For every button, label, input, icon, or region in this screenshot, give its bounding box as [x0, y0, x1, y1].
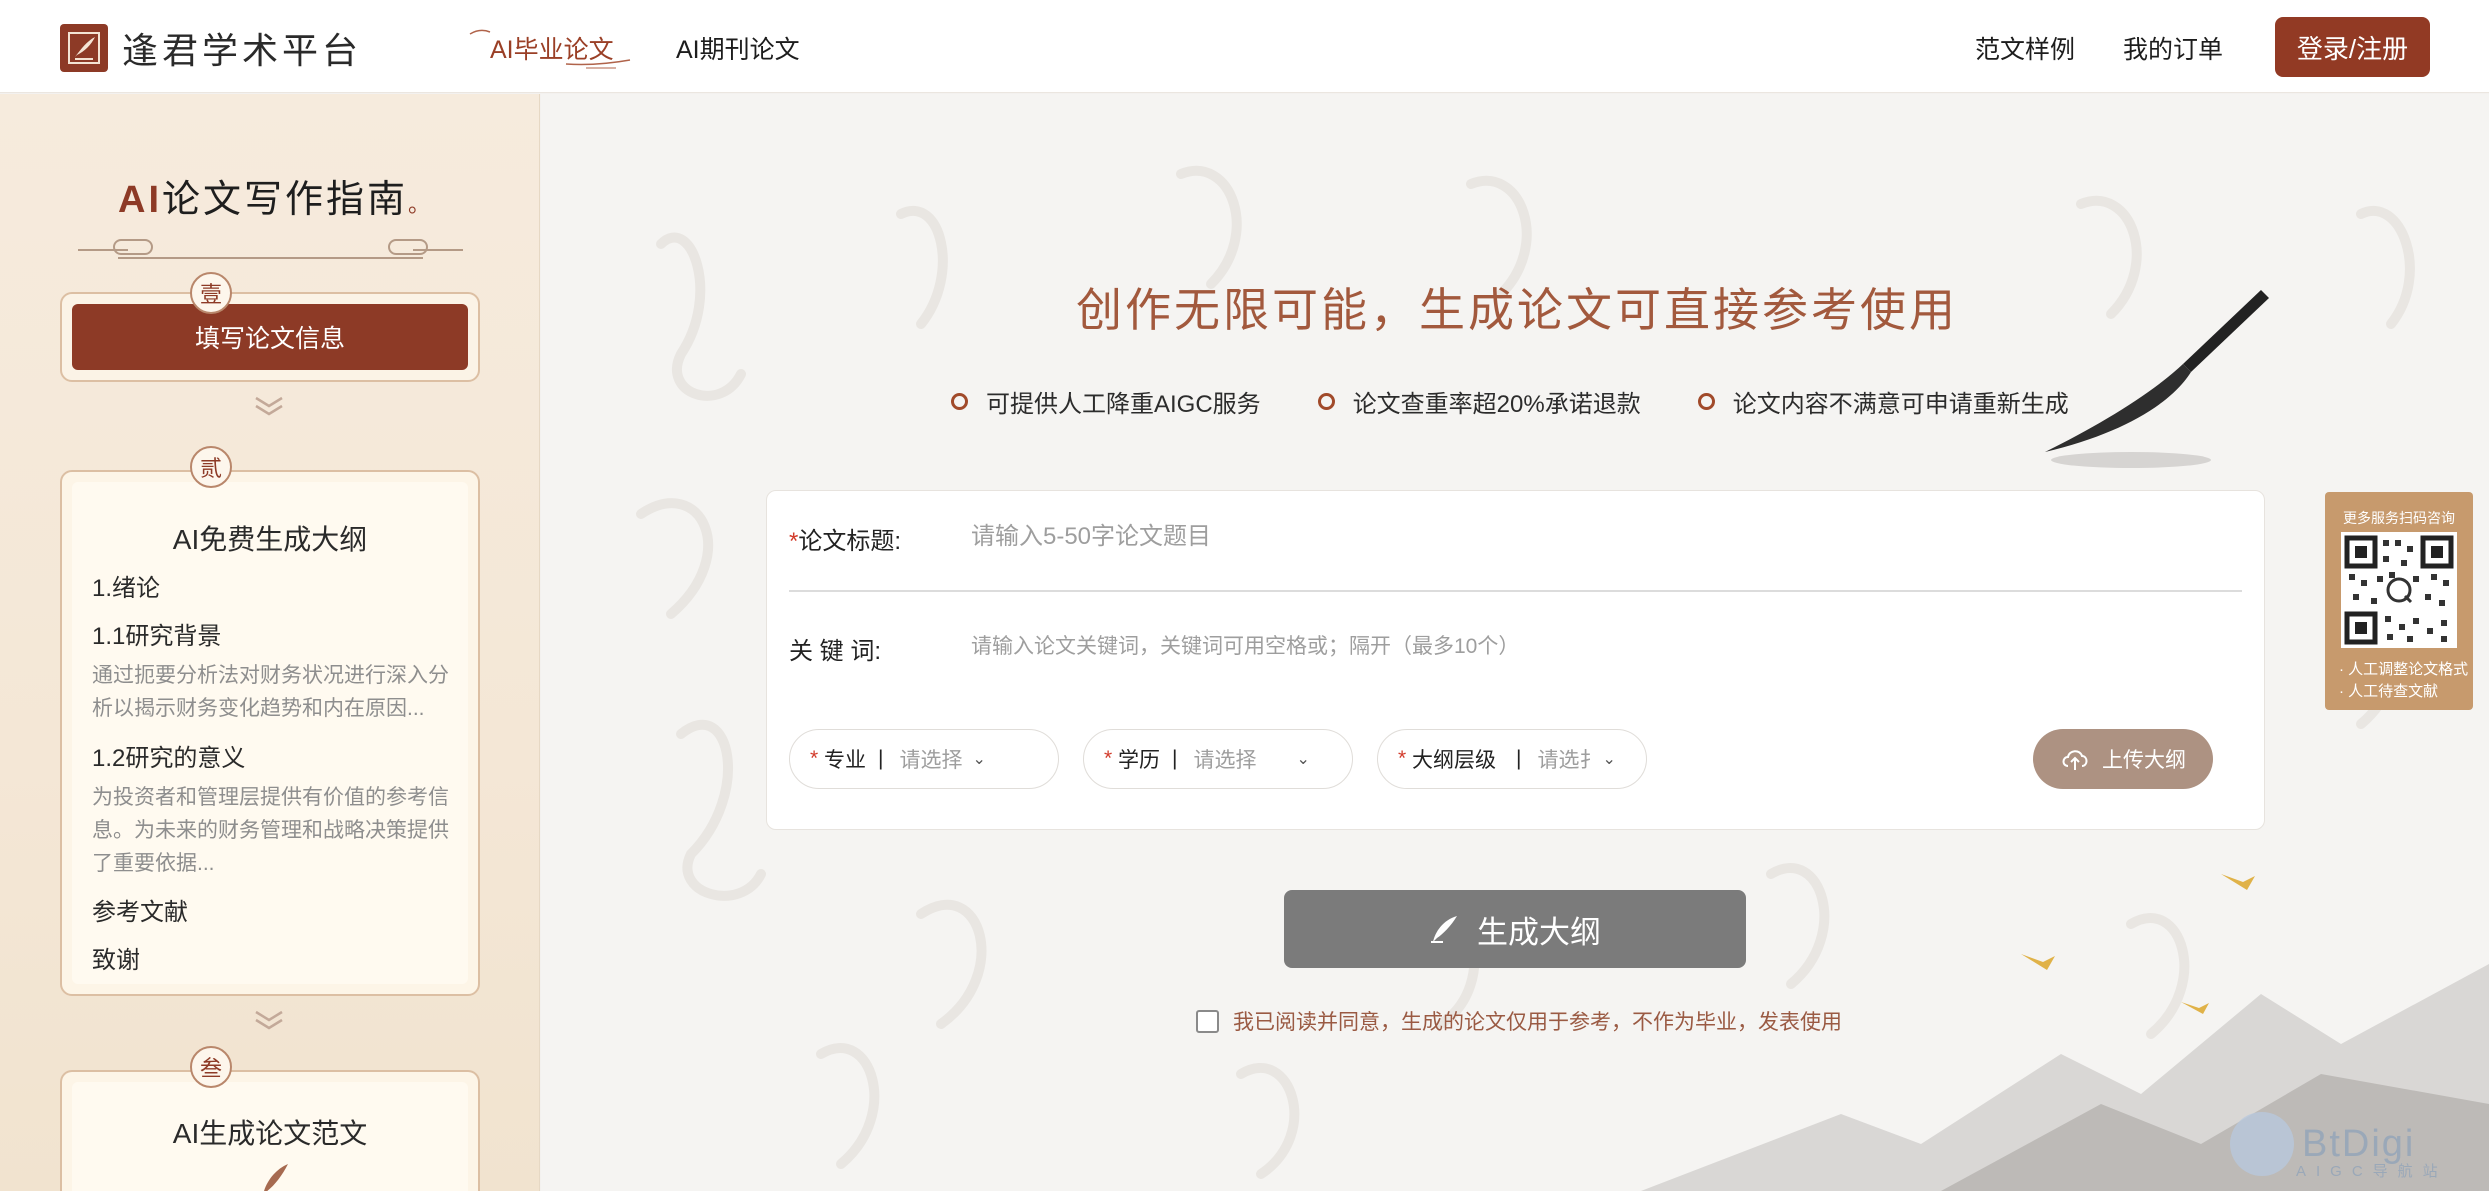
feature-item: 论文内容不满意可申请重新生成	[1697, 384, 2069, 419]
feature-item: 可提供人工降重AIGC服务	[951, 384, 1261, 419]
top-header: 逢君学术平台 AI毕业论文 AI期刊论文 范文样例 我的订单 登录/注册	[0, 0, 2489, 93]
outline-item-refs: 参考文献	[92, 899, 188, 926]
writing-guide-sidebar: AI论文写作指南。 填写论文信息 壹 AI免费生成大纲 1.绪论 1.1研究背景…	[0, 94, 540, 1191]
step-card-3: AI生成论文范文	[60, 1070, 480, 1191]
outline-desc-ch1-1: 通过扼要分析法对财务状况进行深入分析以揭示财务变化趋势和内在原因...	[92, 664, 449, 720]
chevron-down-icon: ⌄	[972, 751, 986, 768]
cloud-upload-icon	[2062, 750, 2088, 770]
agreement-text: 我已阅读并同意，生成的论文仅用于参考，不作为毕业，发表使用	[1233, 1011, 1842, 1034]
outline-preview: AI免费生成大纲 1.绪论 1.1研究背景 通过扼要分析法对财务状况进行深入分析…	[72, 482, 468, 984]
ring-bullet-icon	[1317, 393, 1335, 410]
title-ornament-icon	[78, 239, 463, 259]
qr-code-icon	[2341, 532, 2457, 648]
sidebar-title-text: 论文写作指南	[162, 177, 409, 221]
major-select[interactable]: * 专业 | 请选择 ⌄	[789, 729, 1059, 789]
brand[interactable]: 逢君学术平台	[60, 22, 362, 74]
major-select-label: 专业	[824, 749, 867, 772]
feature-text: 可提供人工降重AIGC服务	[986, 391, 1261, 418]
main-content: 创作无限可能，生成论文可直接参考使用 可提供人工降重AIGC服务 论文查重率超2…	[541, 94, 2489, 1191]
feature-text: 论文内容不满意可申请重新生成	[1732, 391, 2069, 418]
feature-text: 论文查重率超20%承诺退款	[1352, 391, 1641, 418]
step-3-heading: AI生成论文范文	[172, 1118, 368, 1149]
thesis-form: *论文标题: 关 键 词: * 专业|请选择⌄ * 学历|请选择⌄ * 大纲层级…	[766, 490, 2265, 830]
generate-outline-button[interactable]: 生成大纲	[1284, 890, 1746, 968]
agreement-row[interactable]: 我已阅读并同意，生成的论文仅用于参考，不作为毕业，发表使用	[1196, 1006, 1842, 1036]
major-select-placeholder: 请选择	[899, 749, 963, 772]
agreement-checkbox[interactable]	[1196, 1009, 1219, 1033]
calligraphy-brush-icon	[2045, 290, 2269, 468]
ring-bullet-icon	[1697, 393, 1715, 410]
chevron-down-icon: ⌄	[1602, 751, 1616, 768]
step-badge-2: 贰	[190, 446, 232, 488]
degree-select-placeholder: 请选择	[1193, 749, 1257, 772]
outline-select-label: 大纲层级	[1412, 749, 1497, 772]
hero-title: 创作无限可能，生成论文可直接参考使用	[1076, 283, 1958, 337]
qr-service-line: · 人工待查文献	[2339, 683, 2439, 700]
outline-level-select[interactable]: * 大纲层级 | 请选扌 ⌄	[1377, 729, 1647, 789]
sample-essays-link[interactable]: 范文样例	[1975, 30, 2075, 66]
step-1-label: 填写论文信息	[72, 304, 468, 370]
sidebar-title-dot: 。	[408, 193, 434, 218]
brand-logo-icon	[60, 24, 108, 72]
step-badge-1: 壹	[190, 272, 232, 314]
my-orders-link[interactable]: 我的订单	[2123, 30, 2223, 66]
brand-name: 逢君学术平台	[122, 31, 363, 72]
thesis-title-input[interactable]	[971, 515, 2221, 559]
essay-preview: AI生成论文范文	[72, 1082, 468, 1191]
outline-select-placeholder: 请选扌	[1537, 749, 1601, 772]
chevron-down-icon	[255, 396, 283, 416]
upload-outline-label: 上传大纲	[2102, 749, 2186, 772]
chevron-down-icon: ⌄	[1296, 751, 1310, 768]
nav-tab-ai-thesis[interactable]: AI毕业论文	[490, 30, 614, 66]
login-register-button[interactable]: 登录/注册	[2275, 17, 2430, 77]
form-divider	[789, 590, 2242, 592]
sidebar-title: AI论文写作指南。	[118, 168, 433, 223]
degree-select-label: 学历	[1118, 749, 1161, 772]
feature-list: 可提供人工降重AIGC服务 论文查重率超20%承诺退款 论文内容不满意可申请重新…	[951, 384, 2126, 419]
ring-bullet-icon	[951, 393, 968, 410]
qr-top-text: 更多服务扫码咨询	[2343, 510, 2455, 526]
chevron-down-icon	[255, 1010, 283, 1030]
quill-icon	[264, 1164, 288, 1191]
step-card-2: AI免费生成大纲 1.绪论 1.1研究背景 通过扼要分析法对财务状况进行深入分析…	[60, 470, 480, 996]
keywords-input[interactable]	[971, 627, 2221, 667]
watermark-sub: AIGC导航站	[2296, 1163, 2448, 1180]
keywords-label: 关 键 词:	[789, 638, 882, 665]
step-badge-3: 叁	[190, 1046, 232, 1088]
outline-item-ch1-1: 1.1研究背景	[92, 623, 222, 650]
qr-consult-panel[interactable]: 更多服务扫码咨询 · 人工调整论文格式 · 人工待查文献	[2325, 492, 2473, 710]
nav-tab-ai-journal[interactable]: AI期刊论文	[676, 30, 800, 66]
title-label: *论文标题:	[789, 528, 902, 555]
watermark-logo-icon	[2230, 1112, 2294, 1176]
outline-desc-ch1-2: 为投资者和管理层提供有价值的参考信息。为未来的财务管理和战略决策提供了重要依据.…	[92, 786, 449, 875]
quill-icon	[1431, 916, 1457, 943]
step-card-1[interactable]: 填写论文信息	[60, 292, 480, 382]
feature-item: 论文查重率超20%承诺退款	[1317, 384, 1641, 419]
generate-outline-label: 生成大纲	[1477, 914, 1601, 950]
upload-outline-button[interactable]: 上传大纲	[2033, 729, 2213, 789]
qr-service-line: · 人工调整论文格式	[2339, 661, 2469, 678]
title-label-text: 论文标题:	[798, 528, 902, 555]
outline-item-ch1: 1.绪论	[92, 575, 161, 602]
step-2-heading: AI免费生成大纲	[172, 524, 368, 555]
outline-item-ch1-2: 1.2研究的意义	[92, 745, 246, 772]
outline-item-thanks: 致谢	[92, 947, 140, 974]
sidebar-title-ai: AI	[118, 179, 162, 221]
degree-select[interactable]: * 学历 | 请选择 ⌄	[1083, 729, 1353, 789]
